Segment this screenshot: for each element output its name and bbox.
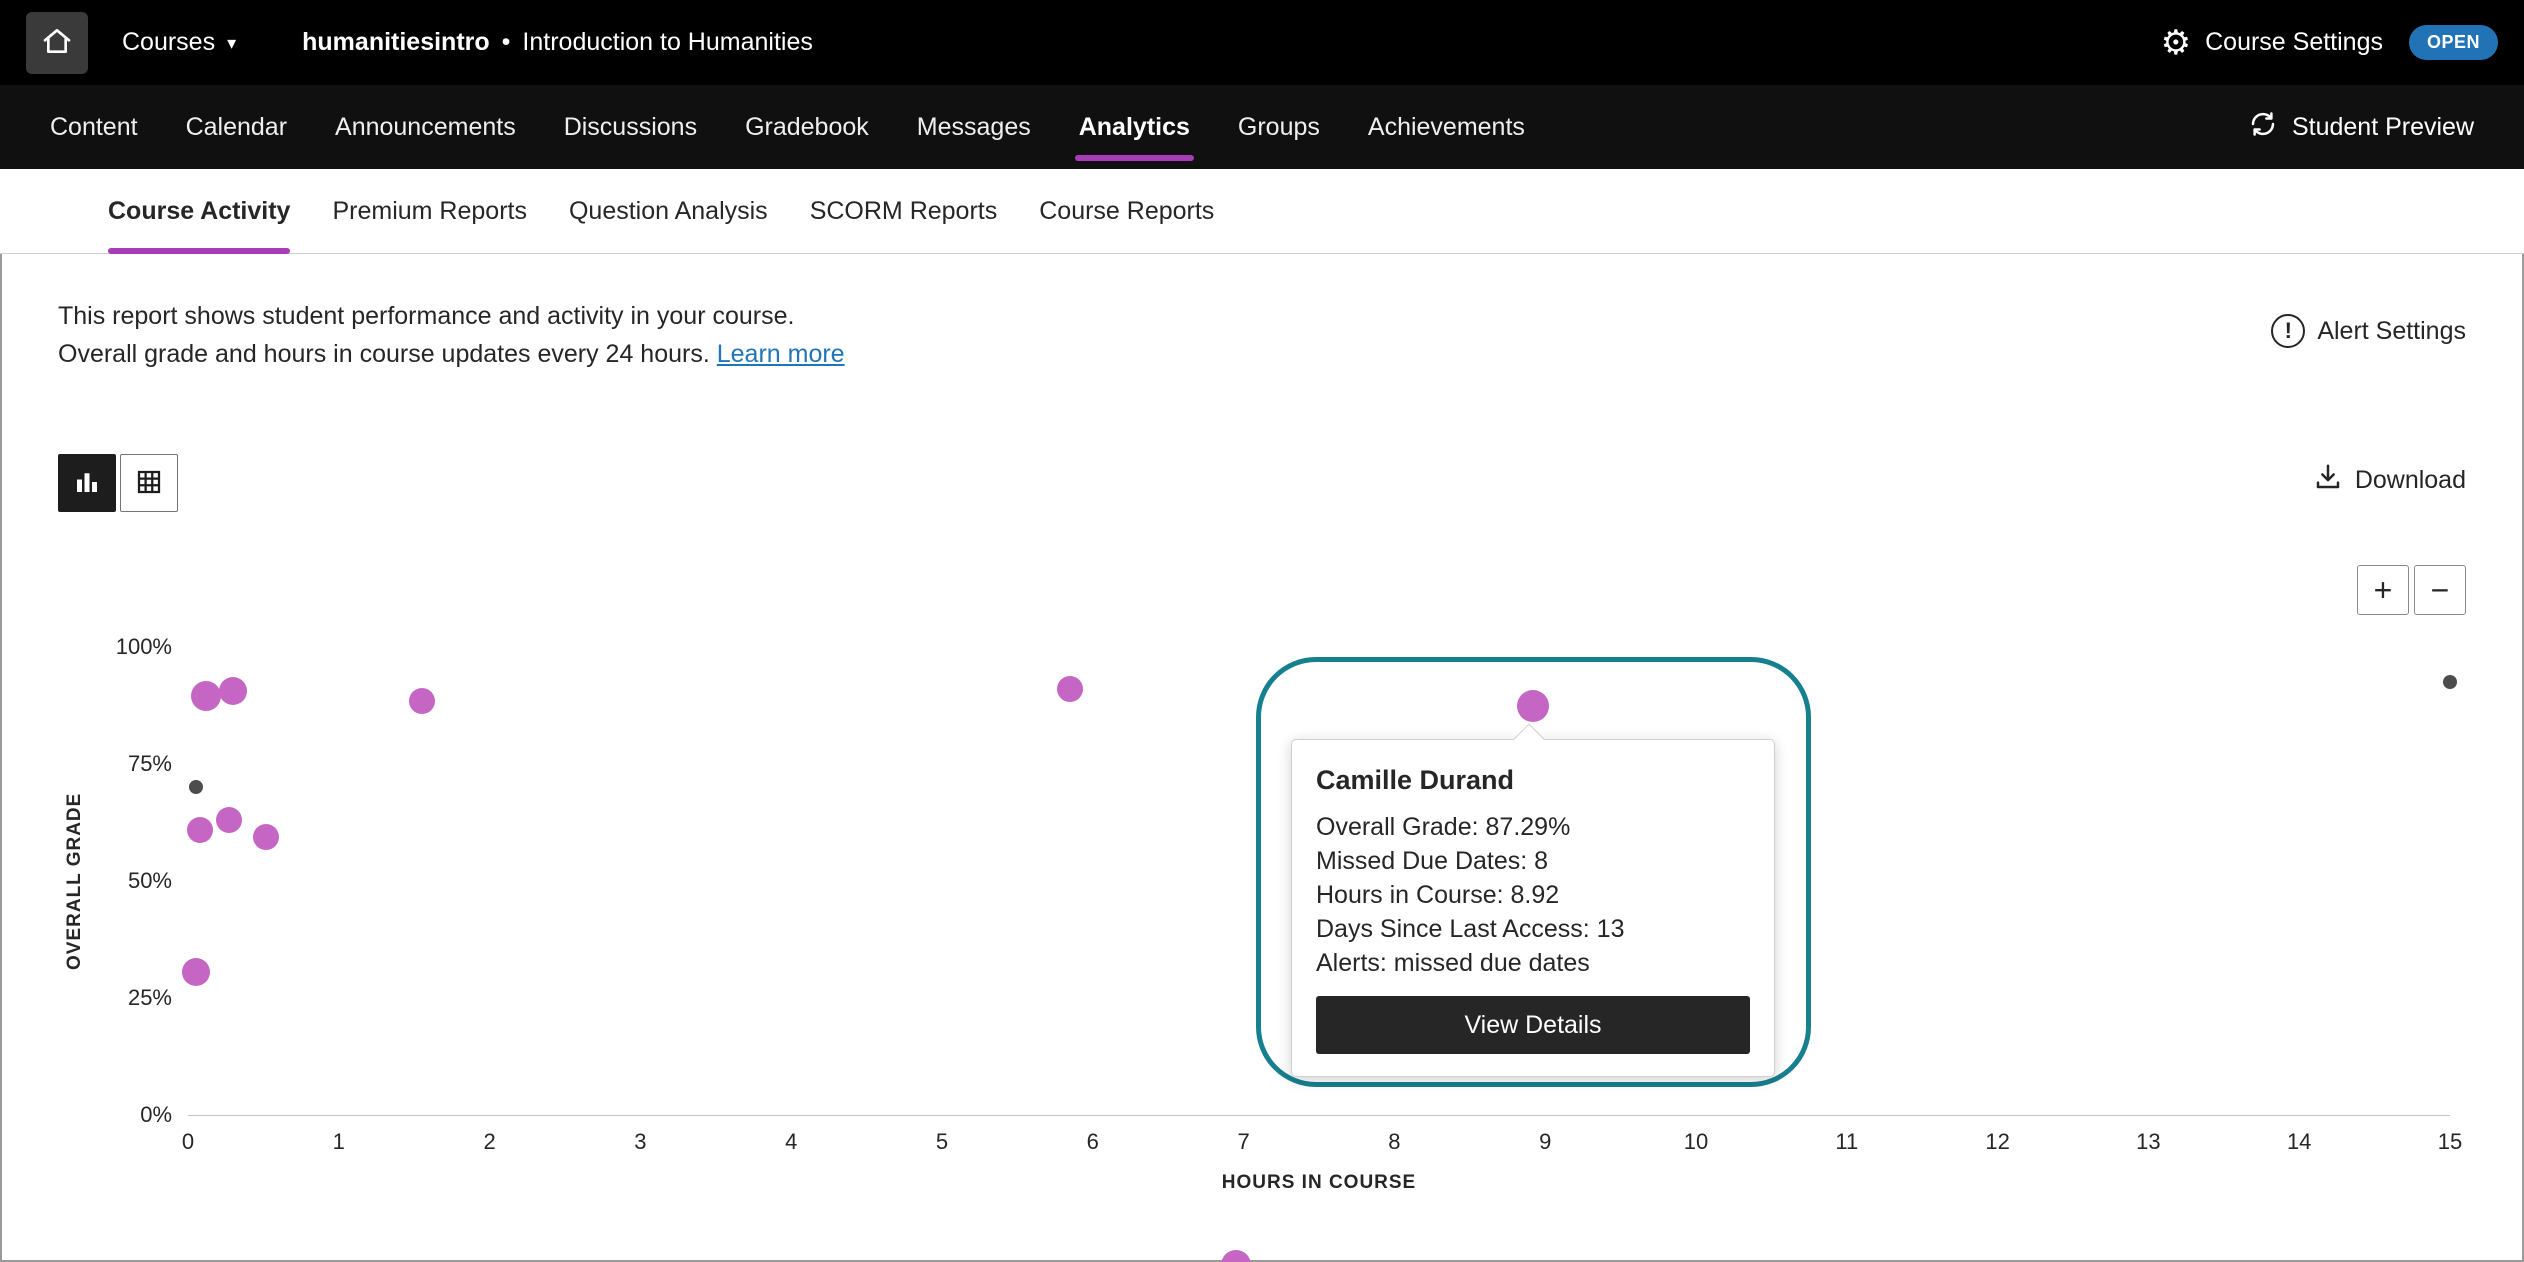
- scatter-point[interactable]: [2443, 675, 2457, 689]
- course-nav: Content Calendar Announcements Discussions G…: [0, 85, 2524, 169]
- report-description: This report shows student performance an…: [58, 297, 845, 373]
- tooltip-row: Alerts: missed due dates: [1316, 946, 1750, 980]
- chart-view-button[interactable]: [58, 454, 116, 512]
- nav-tab-analytics[interactable]: Analytics: [1079, 85, 1190, 169]
- x-tick-label: 15: [2438, 1129, 2462, 1155]
- tooltip-student-name: Camille Durand: [1316, 764, 1750, 796]
- x-tick-label: 8: [1388, 1129, 1400, 1155]
- course-nav-items: Content Calendar Announcements Discussions G…: [50, 85, 1525, 169]
- zoom-controls: + −: [2357, 565, 2466, 615]
- gear-icon: ⚙: [2161, 26, 2191, 60]
- courses-dropdown-label: Courses: [122, 28, 215, 57]
- tooltip-row: Hours in Course: 8.92: [1316, 878, 1750, 912]
- nav-tab-gradebook[interactable]: Gradebook: [745, 85, 869, 169]
- scatter-point[interactable]: [187, 817, 213, 843]
- tooltip-row: Overall Grade: 87.29%: [1316, 810, 1750, 844]
- nav-tab-calendar[interactable]: Calendar: [186, 85, 287, 169]
- download-label: Download: [2355, 466, 2466, 495]
- x-tick-label: 11: [1835, 1129, 1858, 1155]
- nav-tab-discussions[interactable]: Discussions: [564, 85, 697, 169]
- download-button[interactable]: Download: [2313, 462, 2466, 499]
- x-tick-label: 9: [1539, 1129, 1551, 1155]
- report-description-line1: This report shows student performance an…: [58, 297, 845, 335]
- scatter-point[interactable]: [409, 688, 435, 714]
- student-preview-icon: [2248, 109, 2278, 146]
- scatter-point[interactable]: [189, 780, 203, 794]
- tooltip-row: Missed Due Dates: 8: [1316, 844, 1750, 878]
- y-tick-label: 0%: [140, 1102, 172, 1128]
- tooltip-rows: Overall Grade: 87.29%Missed Due Dates: 8…: [1316, 810, 1750, 980]
- student-preview-button[interactable]: Student Preview: [2248, 85, 2474, 169]
- bar-chart-icon: [72, 467, 102, 500]
- tooltip-row: Days Since Last Access: 13: [1316, 912, 1750, 946]
- x-tick-label: 12: [1985, 1129, 2009, 1155]
- subtab-question-analysis[interactable]: Question Analysis: [569, 169, 768, 253]
- report-description-line2: Overall grade and hours in course update…: [58, 335, 845, 373]
- topbar-right: ⚙ Course Settings OPEN: [2161, 25, 2498, 60]
- home-icon: [41, 25, 73, 60]
- breadcrumb-separator: •: [502, 28, 511, 57]
- breadcrumb: humanitiesintro • Introduction to Humani…: [302, 28, 813, 57]
- download-icon: [2313, 462, 2343, 499]
- x-tick-label: 5: [936, 1129, 948, 1155]
- alert-settings-button[interactable]: ! Alert Settings: [2271, 314, 2466, 348]
- nav-tab-announcements[interactable]: Announcements: [335, 85, 516, 169]
- table-grid-icon: [134, 467, 164, 500]
- learn-more-link[interactable]: Learn more: [717, 340, 845, 368]
- scatter-point[interactable]: [216, 807, 242, 833]
- analytics-subtabs: Course Activity Premium Reports Question A…: [0, 169, 2524, 254]
- nav-tab-groups[interactable]: Groups: [1238, 85, 1320, 169]
- subtab-premium-reports[interactable]: Premium Reports: [332, 169, 527, 253]
- x-tick-label: 14: [2287, 1129, 2311, 1155]
- student-tooltip: Camille Durand Overall Grade: 87.29%Miss…: [1291, 739, 1775, 1077]
- x-axis-label: HOURS IN COURSE: [188, 1172, 2450, 1194]
- course-settings-button[interactable]: Course Settings: [2205, 28, 2383, 57]
- scatter-point[interactable]: [1221, 1250, 1251, 1262]
- x-tick-label: 7: [1237, 1129, 1249, 1155]
- scatter-point[interactable]: [1057, 676, 1083, 702]
- zoom-in-button[interactable]: +: [2357, 565, 2409, 615]
- breadcrumb-course-id: humanitiesintro: [302, 28, 490, 57]
- x-tick-label: 2: [483, 1129, 495, 1155]
- subtab-scorm-reports[interactable]: SCORM Reports: [810, 169, 998, 253]
- view-details-button[interactable]: View Details: [1316, 996, 1750, 1054]
- scatter-point-selected[interactable]: [1517, 690, 1549, 722]
- x-tick-label: 4: [785, 1129, 797, 1155]
- breadcrumb-course-name: Introduction to Humanities: [522, 28, 812, 57]
- subtab-course-activity[interactable]: Course Activity: [108, 169, 290, 253]
- top-bar: Courses ▾ humanitiesintro • Introduction…: [0, 0, 2524, 85]
- x-tick-label: 6: [1087, 1129, 1099, 1155]
- y-tick-label: 75%: [128, 751, 172, 777]
- zoom-out-button[interactable]: −: [2414, 565, 2466, 615]
- alert-settings-label: Alert Settings: [2317, 317, 2466, 346]
- x-tick-label: 1: [333, 1129, 345, 1155]
- scatter-point[interactable]: [219, 677, 247, 705]
- scatter-point[interactable]: [253, 824, 279, 850]
- chevron-down-icon: ▾: [227, 34, 236, 52]
- table-view-button[interactable]: [120, 454, 178, 512]
- x-tick-label: 10: [1684, 1129, 1708, 1155]
- subtab-course-reports[interactable]: Course Reports: [1039, 169, 1214, 253]
- nav-tab-achievements[interactable]: Achievements: [1368, 85, 1525, 169]
- y-axis-label: OVERALL GRADE: [62, 647, 88, 1116]
- open-status-badge[interactable]: OPEN: [2409, 25, 2498, 60]
- nav-tab-messages[interactable]: Messages: [917, 85, 1031, 169]
- scatter-point[interactable]: [182, 958, 210, 986]
- scatter-point[interactable]: [191, 681, 221, 711]
- x-tick-label: 3: [634, 1129, 646, 1155]
- x-tick-label: 0: [182, 1129, 194, 1155]
- y-tick-label: 50%: [128, 868, 172, 894]
- nav-tab-content[interactable]: Content: [50, 85, 138, 169]
- home-button[interactable]: [26, 12, 88, 74]
- x-tick-label: 13: [2136, 1129, 2160, 1155]
- student-preview-label: Student Preview: [2292, 113, 2474, 142]
- y-tick-label: 25%: [128, 985, 172, 1011]
- courses-dropdown[interactable]: Courses ▾: [122, 28, 236, 57]
- alert-icon: !: [2271, 314, 2305, 348]
- y-tick-label: 100%: [116, 634, 172, 660]
- page: Courses ▾ humanitiesintro • Introduction…: [0, 0, 2524, 1262]
- view-toggle: [58, 454, 178, 512]
